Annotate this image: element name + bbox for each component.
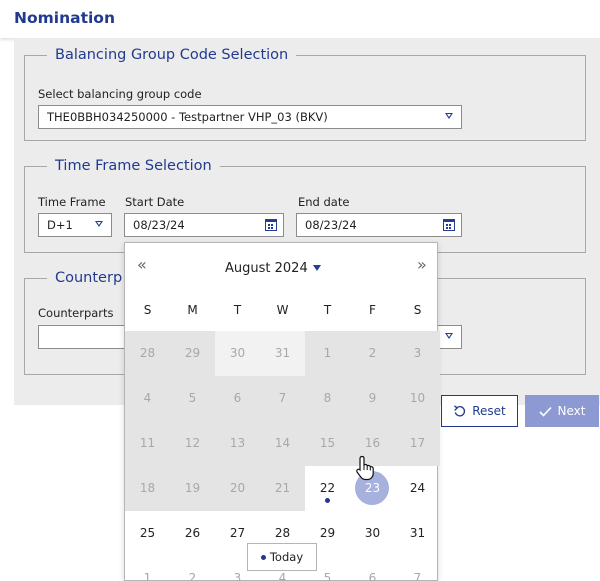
balancing-group-select[interactable]: THE0BBH034250000 - Testpartner VHP_03 (B… [38,105,462,129]
next-month-button[interactable]: » [417,255,427,274]
calendar-week: 18 19 20 21 22 23 24 [125,466,439,511]
calendar-day: 2 [350,331,395,376]
check-icon [538,406,552,417]
calendar-day: 11 [125,421,170,466]
time-frame-select[interactable]: D+1 [38,213,112,237]
weekday-label: W [276,303,289,317]
calendar-day[interactable]: 1 [125,556,170,581]
counterparts-label: Counterparts [38,306,114,320]
calendar-day[interactable]: 6 [350,556,395,581]
calendar-day-number: 22 [319,481,336,495]
weekday-label: F [369,303,376,317]
today-button[interactable]: Today [247,543,317,571]
chevron-down-icon [445,333,453,339]
balancing-group-label: Select balancing group code [38,87,202,101]
calendar-day: 29 [170,331,215,376]
calendar-day: 19 [170,466,215,511]
today-label: Today [269,550,304,564]
chevron-down-icon [95,221,103,227]
weekday-label: M [187,303,198,317]
calendar-week: 11 12 13 14 15 16 17 [125,421,440,466]
calendar-day[interactable]: 26 [170,511,215,556]
weekday-label: T [323,303,332,317]
calendar-grid: S M T W T F S 28 29 30 31 1 2 3 4 5 6 7 … [125,299,440,581]
calendar-day[interactable]: 31 [395,511,440,556]
end-date-value: 08/23/24 [305,218,357,232]
month-year-selector[interactable]: August 2024 [225,261,321,276]
chevron-down-icon [445,113,453,119]
page-title: Nomination [14,9,115,27]
calendar-day[interactable]: 25 [125,511,170,556]
calendar-day: 20 [215,466,260,511]
weekday-label: T [233,303,242,317]
calendar-icon[interactable] [443,219,455,231]
calendar-day: 10 [395,376,440,421]
end-date-label: End date [298,195,350,209]
end-date-input[interactable]: 08/23/24 [296,213,462,237]
start-date-input[interactable]: 08/23/24 [124,213,284,237]
calendar-day: 8 [305,376,350,421]
chevron-down-icon [312,264,321,271]
calendar-day[interactable]: 7 [395,556,440,581]
calendar-week: 28 29 30 31 1 2 3 [125,331,440,376]
reset-button[interactable]: Reset [441,395,518,427]
calendar-day: 31 [260,331,305,376]
calendar-day: 13 [215,421,260,466]
reset-label: Reset [472,404,506,418]
calendar-day-number: 23 [364,481,381,495]
counterparts-legend: Counterp [55,270,123,286]
next-button[interactable]: Next [525,395,599,427]
time-frame-label: Time Frame [38,195,106,209]
weekday-header: S M T W T F S [125,299,439,331]
title-bar: Nomination [0,0,600,38]
calendar-day[interactable]: 30 [350,511,395,556]
balancing-group-value: THE0BBH034250000 - Testpartner VHP_03 (B… [47,110,328,124]
calendar-day: 17 [395,421,440,466]
calendar-day: 6 [215,376,260,421]
calendar-day: 30 [215,331,260,376]
calendar-day[interactable]: 24 [395,466,440,511]
weekday-label: S [413,303,422,317]
prev-month-button[interactable]: « [137,255,147,274]
date-picker: « August 2024 » S M T W T F S 28 29 30 3… [124,242,440,581]
calendar-icon[interactable] [265,219,277,231]
time-frame-value: D+1 [47,218,73,232]
calendar-day: 5 [170,376,215,421]
calendar-day: 3 [395,331,440,376]
start-date-value: 08/23/24 [133,218,185,232]
balancing-group-legend: Balancing Group Code Selection [55,47,289,63]
calendar-day: 1 [305,331,350,376]
calendar-day: 12 [170,421,215,466]
start-date-label: Start Date [125,195,185,209]
weekday-label: S [143,303,152,317]
calendar-day[interactable]: 2 [170,556,215,581]
month-year-label: August 2024 [225,261,308,276]
hand-cursor-icon [356,455,374,481]
calendar-day: 4 [125,376,170,421]
undo-icon [454,404,466,416]
today-dot-icon [260,554,266,560]
next-label: Next [557,404,586,418]
calendar-day: 18 [125,466,170,511]
calendar-day: 21 [260,466,305,511]
calendar-day: 14 [260,421,305,466]
calendar-day-today[interactable]: 22 [305,466,350,511]
calendar-day: 7 [260,376,305,421]
calendar-week: 4 5 6 7 8 9 10 [125,376,440,421]
calendar-day: 28 [125,331,170,376]
calendar-day: 9 [350,376,395,421]
time-frame-legend: Time Frame Selection [55,158,212,174]
calendar-day: 15 [305,421,350,466]
today-marker-dot [325,498,330,503]
